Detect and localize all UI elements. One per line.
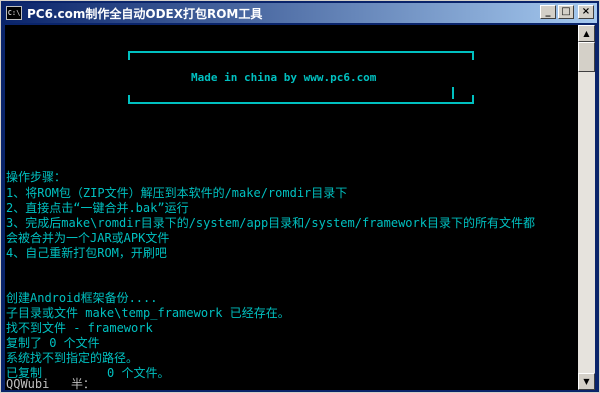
close-button[interactable]: × [578,5,594,19]
scroll-down-arrow-icon[interactable]: ▼ [578,373,595,390]
console-line: 创建Android框架备份.... [6,291,158,305]
minimize-button[interactable]: _ [540,5,556,19]
scroll-thumb[interactable] [578,42,595,72]
console-line: 1、将ROM包（ZIP文件）解压到本软件的/make/romdir目录下 [6,186,348,200]
banner-text: Made in china by www.pc6.com [191,71,377,84]
console-line: 操作步骤： [6,170,67,184]
title-bar[interactable]: C:\ PC6.com制作全自动ODEX打包ROM工具 _ □ × [3,3,597,23]
ime-status-line: QQWubi 半： [6,377,96,390]
vertical-scrollbar[interactable]: ▲ ▼ [578,25,595,390]
window-title: PC6.com制作全自动ODEX打包ROM工具 [27,6,263,21]
console-line: 4、自己重新打包ROM，开刷吧 [6,246,167,260]
console-app-icon[interactable]: C:\ [6,6,22,20]
console-line: 2、直接点击“一键合并.bak”运行 [6,201,189,215]
console-line: 会被合并为一个JAR或APK文件 [6,231,170,245]
scroll-up-arrow-icon[interactable]: ▲ [578,25,595,42]
console-output[interactable]: Made in china by www.pc6.com 操作步骤： 1、将RO… [5,25,578,390]
window-controls: _ □ × [540,5,594,19]
console-line: 找不到文件 - framework [6,321,153,335]
console-line: 3、完成后make\romdir目录下的/system/app目录和/syste… [6,216,535,230]
console-line: 子目录或文件 make\temp_framework 已经存在。 [6,306,290,320]
console-line: 复制了 0 个文件 [6,336,100,350]
maximize-button[interactable]: □ [558,5,574,19]
console-line: 系统找不到指定的路径。 [6,351,139,365]
console-window: C:\ PC6.com制作全自动ODEX打包ROM工具 _ □ × Made i… [0,0,600,393]
